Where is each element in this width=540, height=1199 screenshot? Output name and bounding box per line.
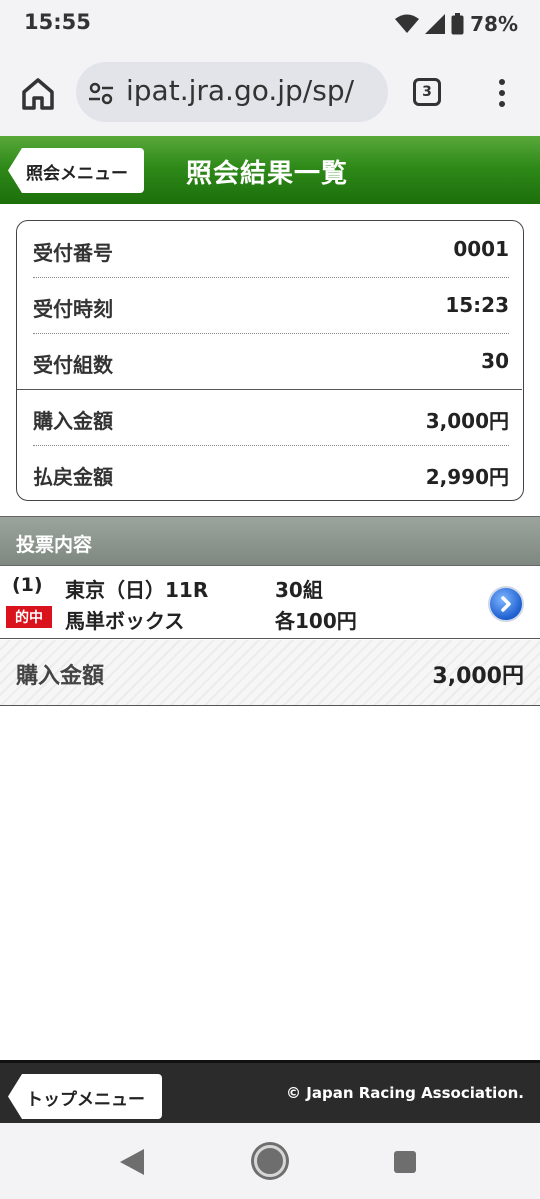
url-text: ipat.jra.go.jp/sp/ [126,74,355,107]
top-menu-label: トップメニュー [26,1090,145,1110]
purchase-amount-row: 購入金額 3,000円 [33,389,509,445]
inquiry-menu-button[interactable]: 照会メニュー [8,148,144,193]
payout-amount-row: 払戻金額 2,990円 [33,445,509,501]
inquiry-menu-label: 照会メニュー [26,164,128,184]
page-header: 照会メニュー 照会結果一覧 [0,136,540,204]
browser-toolbar: ipat.jra.go.jp/sp/ 3 [0,50,540,136]
vote-combos: 30組 [275,578,323,602]
combination-count-row: 受付組数 30 [33,333,509,389]
wifi-icon [395,14,420,33]
receipt-number-value: 0001 [453,237,509,261]
payout-amount-label: 払戻金額 [33,465,113,489]
page-title: 照会結果一覧 [186,159,349,189]
vote-content-label: 投票内容 [16,534,93,556]
receipt-time-label: 受付時刻 [33,297,113,321]
hit-badge: 的中 [6,606,52,628]
receipt-time-value: 15:23 [445,293,509,317]
receipt-summary: 受付番号 0001 受付時刻 15:23 受付組数 30 購入金額 3,000円… [16,220,524,501]
back-icon[interactable] [120,1149,144,1175]
chevron-right-icon[interactable] [488,586,524,622]
home-icon[interactable] [20,76,56,112]
battery-icon [451,13,464,35]
vote-amount-each: 各100円 [275,609,357,633]
vote-race: 東京（日）11R [65,578,209,602]
combination-count-label: 受付組数 [33,353,113,377]
site-settings-icon[interactable] [88,80,114,106]
home-circle-icon[interactable] [254,1145,286,1177]
vote-content-header: 投票内容 [0,516,540,566]
status-bar: 15:55 78% [0,0,540,50]
status-time: 15:55 [24,10,91,34]
copyright-text: © Japan Racing Association. [286,1084,524,1102]
address-bar[interactable]: ipat.jra.go.jp/sp/ [76,62,388,122]
vote-index: (1) [12,574,43,596]
receipt-number-label: 受付番号 [33,241,113,265]
purchase-total-row: 購入金額 3,000円 [0,640,540,706]
top-menu-button[interactable]: トップメニュー [8,1074,162,1119]
receipt-time-row: 受付時刻 15:23 [33,277,509,333]
more-options-icon[interactable] [492,78,512,108]
purchase-total-label: 購入金額 [16,664,105,689]
system-navigation-bar [0,1123,540,1199]
purchase-amount-value: 3,000円 [425,409,509,433]
page-footer: トップメニュー © Japan Racing Association. [0,1060,540,1123]
receipt-number-row: 受付番号 0001 [33,221,509,277]
recent-apps-icon[interactable] [394,1151,416,1173]
battery-level: 78% [470,12,518,36]
signal-icon [425,14,446,34]
tab-switcher-button[interactable]: 3 [413,78,441,106]
combination-count-value: 30 [481,349,509,373]
status-icons: 78% [395,12,518,36]
purchase-total-value: 3,000円 [432,664,524,689]
payout-amount-value: 2,990円 [425,465,509,489]
purchase-amount-label: 購入金額 [33,409,113,433]
vote-item[interactable]: (1) 東京（日）11R 30組 的中 馬単ボックス 各100円 [0,567,540,639]
tab-count: 3 [422,84,432,100]
vote-bet-type: 馬単ボックス [65,609,185,633]
